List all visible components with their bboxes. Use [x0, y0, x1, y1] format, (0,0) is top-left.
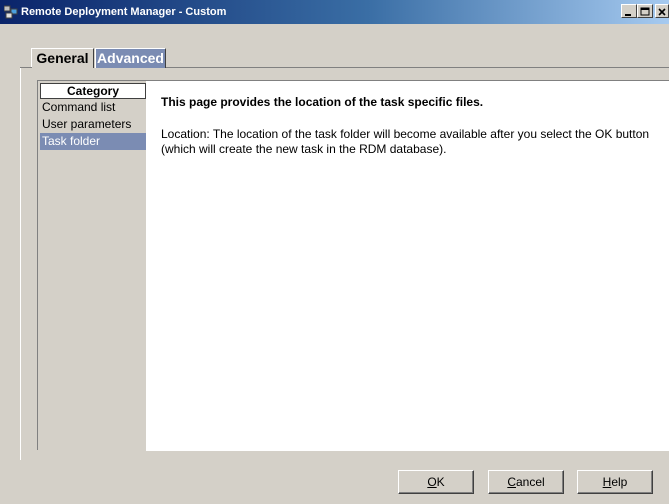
details-pane: This page provides the location of the t…: [146, 81, 669, 451]
location-description: Location: The location of the task folde…: [161, 127, 650, 156]
category-item-task-folder[interactable]: Task folder: [40, 133, 146, 150]
category-item-command-list[interactable]: Command list: [40, 99, 146, 116]
help-label-rest: elp: [611, 475, 628, 489]
tab-advanced[interactable]: Advanced: [95, 48, 166, 68]
content-frame: Category Command list User parameters Ta…: [37, 80, 669, 451]
cancel-label-rest: ancel: [515, 475, 545, 489]
tab-general[interactable]: General: [31, 48, 94, 68]
help-button[interactable]: Help: [577, 470, 653, 494]
dialog-window: Remote Deployment Manager - Custom Gener…: [0, 0, 669, 504]
tab-panel-general: Category Command list User parameters Ta…: [20, 68, 669, 460]
window-title: Remote Deployment Manager - Custom: [21, 6, 227, 18]
title-bar[interactable]: Remote Deployment Manager - Custom: [0, 0, 669, 24]
page-heading: This page provides the location of the t…: [161, 95, 484, 109]
close-icon: [658, 8, 666, 16]
maximize-button[interactable]: [637, 4, 653, 18]
minimize-icon: [625, 14, 631, 16]
ok-button[interactable]: OK: [398, 470, 474, 494]
ok-mnemonic: O: [427, 475, 437, 489]
maximize-icon: [640, 7, 650, 16]
cancel-mnemonic: C: [507, 475, 516, 489]
close-button[interactable]: [655, 4, 669, 18]
minimize-button[interactable]: [621, 4, 637, 18]
app-icon: [4, 5, 18, 19]
cancel-button[interactable]: Cancel: [488, 470, 564, 494]
category-list: Category Command list User parameters Ta…: [40, 83, 147, 449]
category-header: Category: [40, 83, 146, 99]
category-item-user-parameters[interactable]: User parameters: [40, 116, 146, 133]
ok-label-rest: K: [436, 475, 445, 489]
